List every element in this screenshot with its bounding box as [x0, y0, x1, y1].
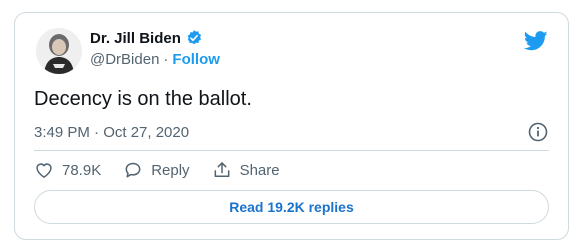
tweet-text: Decency is on the ballot. [34, 88, 252, 110]
heart-icon [36, 163, 52, 178]
reply-button[interactable]: Reply [123, 160, 190, 180]
twitter-bird-icon[interactable] [524, 31, 548, 51]
separator-dot: · [163, 51, 169, 68]
verified-badge-icon [187, 30, 201, 45]
user-handle[interactable]: @DrBiden [90, 51, 159, 68]
tweet-actions: 78.9K Reply Share [34, 160, 302, 180]
handle-row: @DrBiden · Follow [90, 51, 220, 68]
follow-button[interactable]: Follow [172, 51, 220, 68]
read-replies-button[interactable]: Read 19.2K replies [34, 190, 549, 224]
divider [34, 150, 549, 151]
like-button[interactable]: 78.9K [34, 160, 101, 180]
share-label: Share [239, 161, 280, 179]
tweet-card: Dr. Jill Biden @DrBiden · Follow Decency… [14, 12, 569, 240]
like-count: 78.9K [62, 161, 102, 179]
display-name[interactable]: Dr. Jill Biden [90, 30, 181, 47]
info-icon[interactable] [528, 122, 548, 142]
tweet-timestamp[interactable]: 3:49 PM · Oct 27, 2020 [34, 124, 189, 141]
user-name-row: Dr. Jill Biden [90, 29, 203, 47]
avatar[interactable] [36, 28, 82, 74]
share-icon [214, 162, 229, 177]
share-button[interactable]: Share [212, 160, 280, 180]
reply-label: Reply [151, 161, 190, 179]
reply-icon [125, 162, 141, 178]
